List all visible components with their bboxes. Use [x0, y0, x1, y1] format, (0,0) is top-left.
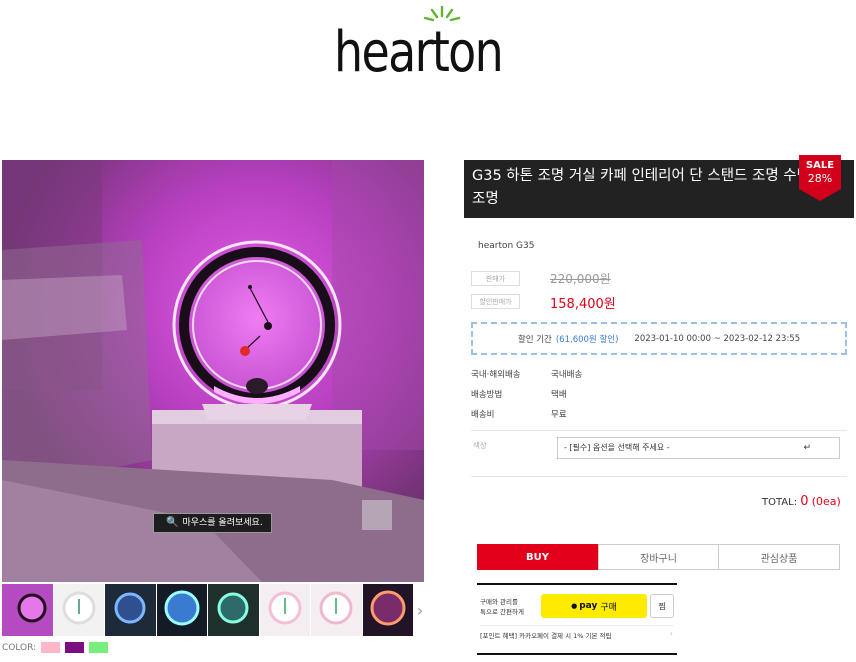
option-arrow-icon: ↵ [803, 443, 811, 453]
sale-price-label: 할인판매가 [471, 294, 520, 309]
option-select[interactable]: - [필수] 옵션을 선택해 주세요 - ↵ [557, 437, 840, 459]
shipping-region-label: 국내·해외배송 [471, 370, 521, 380]
discount-label: 할인 기간 [517, 334, 552, 345]
thumbnail-2[interactable] [53, 584, 105, 636]
kakaopay-benefit[interactable]: [포인트 혜택] 카카오페이 결제 시 1% 기본 적립 [480, 630, 612, 640]
color-label: COLOR: [2, 642, 37, 653]
shipping-region-value: 국내배송 [551, 370, 583, 380]
kakaopay-wish-button[interactable]: 찜 [650, 594, 674, 618]
total-qty: (0ea) [811, 495, 841, 508]
product-title: G35 하톤 조명 거실 카페 인테리어 단 스탠드 조명 수면 명상 조명 [464, 160, 854, 218]
total-amount: 0 [800, 494, 809, 509]
option-select-value: - [필수] 옵션을 선택해 주세요 - [564, 443, 670, 452]
option-label: 색상 [473, 441, 487, 450]
magnifier-icon: 🔍 [166, 517, 179, 528]
kakaopay-action: 구매 [600, 602, 617, 613]
discount-period: 2023-01-10 00:00 ~ 2023-02-12 23:55 [634, 333, 801, 344]
sale-badge: SALE 28% [799, 155, 841, 201]
color-swatch-green[interactable] [89, 642, 109, 653]
kakaopay-brand: pay [579, 601, 598, 611]
divider [471, 430, 847, 431]
total-summary: TOTAL: 0 (0ea) [762, 494, 841, 509]
logo-text: hearton [334, 20, 504, 85]
thumbnail-6[interactable] [259, 584, 311, 636]
color-swatches: COLOR: [2, 642, 109, 653]
thumbnail-3[interactable] [105, 584, 156, 636]
shipping-method-value: 택배 [551, 390, 567, 400]
thumbnail-strip: › [2, 584, 427, 636]
zoom-hint: 🔍 마우스를 올려보세요. [153, 513, 272, 533]
thumbnail-8[interactable] [362, 584, 414, 636]
add-to-cart-button[interactable]: 장바구니 [598, 544, 719, 570]
kakaopay-buy-button[interactable]: ● pay 구매 [541, 594, 647, 618]
divider [471, 476, 847, 477]
kakaopay-divider [480, 625, 674, 626]
total-label: TOTAL: [762, 497, 798, 508]
sale-badge-top: SALE [806, 160, 834, 171]
buy-button[interactable]: BUY [477, 544, 598, 570]
price-label: 판매가 [471, 271, 520, 286]
kakaopay-desc-line2: 톡으로 간편하게 [480, 608, 524, 616]
shipping-method-label: 배송방법 [471, 390, 503, 400]
thumbnail-7[interactable] [311, 584, 362, 636]
thumbnail-1[interactable] [2, 584, 53, 636]
kakaopay-box: 구매와 관리를 톡으로 간편하게 ● pay 구매 찜 [포인트 혜택] 카카오… [477, 583, 677, 655]
kakaopay-desc-line1: 구매와 관리를 [480, 598, 518, 606]
shipping-fee-label: 배송비 [471, 410, 495, 420]
thumbnail-5[interactable] [208, 584, 259, 636]
color-swatch-pink[interactable] [41, 642, 61, 653]
price-sale: 158,400원 [550, 297, 616, 312]
discount-amount: (61,600원 할인) [555, 334, 619, 345]
discount-period-box: 할인 기간 (61,600원 할인) 2023-01-10 00:00 ~ 20… [471, 322, 847, 355]
sale-badge-pct: 28% [808, 172, 832, 185]
brand-logo[interactable]: hearton [334, 4, 508, 86]
thumbnail-4[interactable] [156, 584, 208, 636]
price-original: 220,000원 [550, 272, 611, 286]
kakaopay-description: 구매와 관리를 톡으로 간편하게 [480, 597, 524, 617]
color-swatch-purple[interactable] [65, 642, 85, 653]
chevron-right-icon[interactable]: › [670, 629, 673, 638]
shipping-fee-value: 무료 [551, 410, 567, 420]
zoom-hint-text: 마우스를 올려보세요. [182, 518, 263, 528]
kakaopay-bubble-icon: ● [571, 602, 578, 610]
thumbnail-next-button[interactable]: › [414, 584, 427, 636]
wishlist-button[interactable]: 관심상품 [718, 544, 840, 570]
product-sku: hearton G35 [478, 241, 535, 251]
